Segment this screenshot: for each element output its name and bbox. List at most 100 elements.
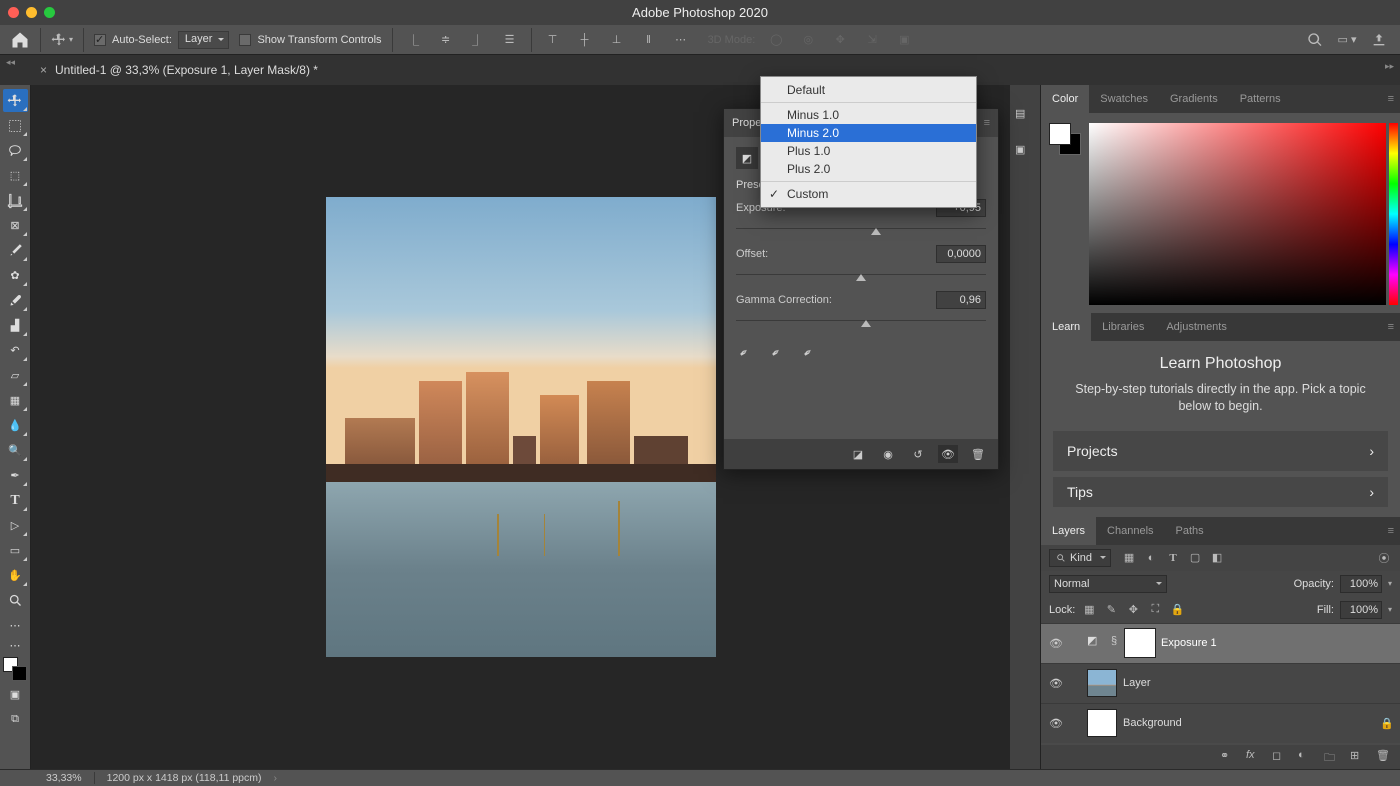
edit-toolbar-icon[interactable]: ⋯ [3,639,28,651]
show-transform-checkbox[interactable] [239,34,251,46]
gradient-tool[interactable]: ▦ [3,389,28,412]
dodge-tool[interactable]: 🔍 [3,439,28,462]
brush-tool[interactable] [3,289,28,312]
tab-swatches[interactable]: Swatches [1089,85,1159,113]
preset-item-minus-2[interactable]: Minus 2.0 [761,124,976,142]
learn-tips-button[interactable]: Tips› [1053,477,1388,507]
history-panel-icon[interactable]: ▤ [1015,107,1035,127]
offset-slider[interactable] [736,265,986,283]
shape-tool[interactable]: ▭ [3,539,28,562]
layer-row[interactable]: 👁 ◩ § Exposure 1 [1041,623,1400,663]
path-select-tool[interactable]: ▷ [3,514,28,537]
new-adjustment-icon[interactable]: ◐ [1298,749,1314,765]
offset-value-input[interactable] [936,245,986,263]
zoom-tool[interactable] [3,589,28,612]
filter-shape-icon[interactable]: ▢ [1187,550,1203,566]
search-icon[interactable] [1304,29,1326,51]
filter-smartobj-icon[interactable]: ◧ [1209,550,1225,566]
blend-mode-dropdown[interactable]: Normal [1049,575,1167,593]
clip-to-layer-icon[interactable]: ◪ [848,445,868,463]
properties-tab[interactable]: Prope [732,117,761,129]
zoom-level[interactable]: 33,33% [46,772,82,784]
preset-item-default[interactable]: Default [761,81,976,99]
add-mask-icon[interactable]: ◻ [1272,749,1288,765]
object-select-tool[interactable]: ⬚ [3,164,28,187]
delete-layer-icon[interactable]: 🗑 [1376,749,1392,765]
filter-toggle-icon[interactable]: ⦿ [1376,550,1392,566]
preset-item-plus-2[interactable]: Plus 2.0 [761,160,976,178]
view-previous-icon[interactable]: ◉ [878,445,898,463]
visibility-toggle-icon[interactable]: 👁 [1047,717,1065,730]
panel-menu-icon[interactable]: ≡ [984,117,990,129]
quickmask-toggle[interactable]: ▣ [3,683,28,706]
share-icon[interactable] [1368,29,1390,51]
opacity-flyout-icon[interactable]: ▾ [1388,579,1392,588]
opacity-input[interactable] [1340,575,1382,593]
collapse-right-icon[interactable]: ▸▸ [1385,61,1394,72]
align-right-icon[interactable]: ⏌ [467,29,489,51]
layer-thumb[interactable] [1087,669,1117,697]
gamma-slider[interactable] [736,311,986,329]
tab-libraries[interactable]: Libraries [1091,313,1155,341]
gamma-value-input[interactable] [936,291,986,309]
move-tool-icon[interactable]: ▾ [51,29,73,51]
panel-menu-icon[interactable]: ≡ [1388,93,1394,105]
visibility-toggle-icon[interactable]: 👁 [1047,677,1065,690]
layer-name[interactable]: Background [1123,717,1182,729]
preset-item-minus-1[interactable]: Minus 1.0 [761,106,976,124]
eraser-tool[interactable]: ▱ [3,364,28,387]
stamp-tool[interactable]: ▟ [3,314,28,337]
lock-paint-icon[interactable]: ✎ [1103,602,1119,618]
panel-menu-icon[interactable]: ≡ [1388,321,1394,333]
rect-marquee-tool[interactable] [3,114,28,137]
exposure-slider[interactable] [736,219,986,237]
screen-mode-toggle[interactable]: ⧉ [3,708,28,731]
blur-tool[interactable]: 💧 [3,414,28,437]
lock-transparency-icon[interactable]: ▦ [1081,602,1097,618]
learn-projects-button[interactable]: Projects› [1053,431,1388,471]
lasso-tool[interactable] [3,139,28,162]
layer-name[interactable]: Layer [1123,677,1151,689]
hue-slider[interactable] [1389,123,1398,305]
pen-tool[interactable]: ✒ [3,464,28,487]
new-layer-icon[interactable]: ⊞ [1350,749,1366,765]
filter-kind-dropdown[interactable]: Kind [1049,549,1111,567]
reset-icon[interactable]: ↺ [908,445,928,463]
layer-effects-icon[interactable]: fx [1246,749,1262,765]
background-color[interactable] [12,666,27,681]
layer-row[interactable]: 👁 Background 🔒 [1041,703,1400,743]
tab-gradients[interactable]: Gradients [1159,85,1229,113]
layer-row[interactable]: 👁 Layer [1041,663,1400,703]
eyedropper-gray-icon[interactable]: ✒ [768,339,793,364]
workspace-switcher-icon[interactable]: ▭ ▾ [1336,29,1358,51]
lock-all-icon[interactable]: 🔒 [1169,602,1185,618]
visibility-toggle-icon[interactable]: 👁 [1047,637,1065,650]
history-brush-tool[interactable]: ↶ [3,339,28,362]
new-group-icon[interactable]: 🗀 [1324,749,1340,765]
filter-type-icon[interactable]: T [1165,550,1181,566]
move-tool[interactable] [3,89,28,112]
delete-adjustment-icon[interactable]: 🗑 [968,445,988,463]
home-icon[interactable] [10,30,30,50]
preview-toggle-icon[interactable]: 👁 [938,445,958,463]
panel-menu-icon[interactable]: ≡ [1388,525,1394,537]
tab-paths[interactable]: Paths [1165,517,1215,545]
align-center-v-icon[interactable]: ┼ [574,29,596,51]
align-distribute-icon[interactable]: ☰ [499,29,521,51]
more-tools-icon[interactable]: ⋯ [3,614,28,637]
preset-item-custom[interactable]: Custom [761,185,976,203]
document-dimensions[interactable]: 1200 px x 1418 px (118,11 ppcm) [107,772,262,784]
eyedropper-black-icon[interactable]: ✒ [736,339,761,364]
more-options-icon[interactable]: ⋯ [670,29,692,51]
preset-item-plus-1[interactable]: Plus 1.0 [761,142,976,160]
align-left-icon[interactable]: ⎿ [403,29,425,51]
layer-thumb[interactable] [1087,709,1117,737]
type-tool[interactable]: T [3,489,28,512]
layer-name[interactable]: Exposure 1 [1161,637,1217,649]
eyedropper-white-icon[interactable]: ✒ [800,339,825,364]
tab-learn[interactable]: Learn [1041,313,1091,341]
foreground-background-swatch[interactable] [3,657,27,681]
lock-position-icon[interactable]: ✥ [1125,602,1141,618]
filter-pixel-icon[interactable]: ▦ [1121,550,1137,566]
crop-tool[interactable] [3,189,28,212]
